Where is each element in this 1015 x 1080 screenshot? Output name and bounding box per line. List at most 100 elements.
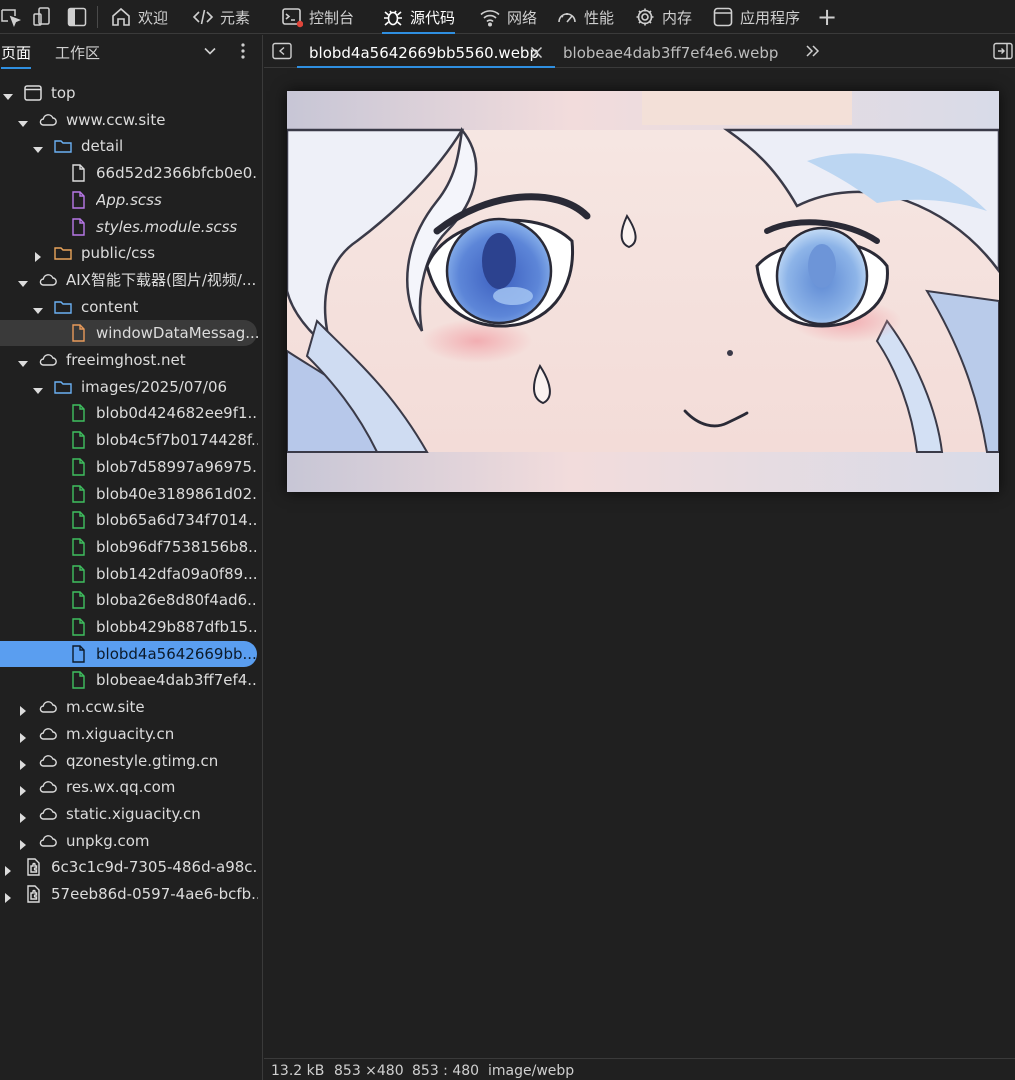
expanded-arrow-icon[interactable] xyxy=(18,115,28,127)
tab-page[interactable]: 页面 xyxy=(1,35,32,69)
tree-file[interactable]: 66d52d2366bfcb0e0... xyxy=(0,160,262,186)
tree-file[interactable]: blob65a6d734f7014... xyxy=(0,507,262,533)
expanded-arrow-icon[interactable] xyxy=(33,382,43,394)
tree-item-label: blob96df7538156b8... xyxy=(96,537,258,556)
tree-node[interactable]: unpkg.com xyxy=(0,828,262,854)
tree-node[interactable]: res.wx.qq.com xyxy=(0,774,262,800)
close-icon[interactable] xyxy=(530,46,543,59)
tab-elements[interactable]: 元素 xyxy=(192,0,250,34)
tree-node[interactable]: content xyxy=(0,294,262,320)
gear-icon xyxy=(636,8,654,26)
tree-node[interactable]: freeimghost.net xyxy=(0,347,262,373)
editor-tab-active[interactable]: blobd4a5642669bb5560.webp xyxy=(297,35,555,68)
tab-sources-label: 源代码 xyxy=(410,8,456,27)
add-tool-button[interactable]: + xyxy=(817,0,837,34)
more-options-icon[interactable] xyxy=(236,41,250,61)
collapsed-arrow-icon[interactable] xyxy=(18,729,28,743)
tree-node[interactable]: 57eeb86d-0597-4ae6-bcfb... xyxy=(0,881,262,907)
tree-file[interactable]: styles.module.scss xyxy=(0,214,262,240)
device-emulation-icon[interactable] xyxy=(32,6,54,28)
tree-node[interactable]: 6c3c1c9d-7305-486d-a98c... xyxy=(0,854,262,880)
tab-application[interactable]: 应用程序 xyxy=(712,0,800,34)
dock-sidebar-icon[interactable] xyxy=(66,6,88,28)
tab-network-label: 网络 xyxy=(507,8,538,27)
window-icon xyxy=(713,7,733,27)
tree-file[interactable]: blob0d424682ee9f1... xyxy=(0,400,262,426)
tree-node[interactable]: top xyxy=(0,80,262,106)
tree-node[interactable]: public/css xyxy=(0,240,262,266)
image-file-icon xyxy=(68,484,88,504)
extension-icon xyxy=(23,884,43,904)
tree-file[interactable]: blob40e3189861d02... xyxy=(0,481,262,507)
tree-node[interactable]: static.xiguacity.cn xyxy=(0,801,262,827)
console-icon xyxy=(282,8,303,28)
toggle-debugger-icon[interactable] xyxy=(993,42,1013,60)
tab-memory[interactable]: 内存 xyxy=(634,0,692,34)
tab-network[interactable]: 网络 xyxy=(479,0,537,34)
extension-icon xyxy=(23,857,43,877)
collapsed-arrow-icon[interactable] xyxy=(18,809,28,823)
expanded-arrow-icon[interactable] xyxy=(33,141,43,154)
tree-file[interactable]: windowDataMessag... xyxy=(0,320,258,347)
image-file-icon xyxy=(68,590,88,610)
chevron-down-icon[interactable] xyxy=(203,44,217,58)
code-icon xyxy=(192,9,214,25)
tree-node[interactable]: AIX智能下载器(图片/视频/... xyxy=(0,267,262,293)
tab-application-label: 应用程序 xyxy=(740,8,801,27)
cloud-icon xyxy=(38,804,58,824)
inspect-element-icon[interactable] xyxy=(0,6,22,28)
tree-node[interactable]: m.xiguacity.cn xyxy=(0,721,262,747)
cloud-icon xyxy=(38,270,58,290)
tree-file[interactable]: blobeae4dab3ff7ef4... xyxy=(0,667,262,693)
gauge-icon xyxy=(558,13,576,23)
tree-file[interactable]: blob142dfa09a0f89... xyxy=(0,561,262,587)
tree-item-label: styles.module.scss xyxy=(96,217,238,236)
collapsed-arrow-icon[interactable] xyxy=(18,836,28,850)
collapsed-arrow-icon[interactable] xyxy=(18,782,28,797)
tab-console[interactable]: 控制台 xyxy=(281,0,354,34)
expanded-arrow-icon[interactable] xyxy=(18,275,28,287)
tree-node[interactable]: images/2025/07/06 xyxy=(0,374,262,400)
tree-file[interactable]: blobd4a5642669bb... xyxy=(0,640,257,667)
collapsed-arrow-icon[interactable] xyxy=(3,889,13,903)
cloud-icon xyxy=(38,831,58,851)
tree-file[interactable]: blob4c5f7b0174428f... xyxy=(0,427,262,453)
stylesheet-file-icon xyxy=(68,217,88,237)
tree-item-label: m.xiguacity.cn xyxy=(66,724,175,743)
navigator-tabs: 页面 工作区 xyxy=(0,35,262,69)
collapsed-arrow-icon[interactable] xyxy=(33,248,43,263)
tree-node[interactable]: m.ccw.site xyxy=(0,694,262,720)
tree-file[interactable]: App.scss xyxy=(0,187,262,213)
tree-node[interactable]: detail xyxy=(0,133,262,159)
tab-sources[interactable]: 源代码 xyxy=(382,0,456,34)
collapsed-arrow-icon[interactable] xyxy=(18,756,28,770)
collapsed-arrow-icon[interactable] xyxy=(3,862,13,877)
editor-tab-inactive-label: blobeae4dab3ff7ef4e6.webp xyxy=(563,44,779,62)
tree-item-label: static.xiguacity.cn xyxy=(66,804,201,823)
tab-elements-label: 元素 xyxy=(220,8,251,27)
expanded-arrow-icon[interactable] xyxy=(3,88,13,100)
tree-node[interactable]: www.ccw.site xyxy=(0,107,262,133)
editor-area: blobd4a5642669bb5560.webp blobeae4dab3ff… xyxy=(264,35,1015,1080)
more-tabs-icon[interactable] xyxy=(805,43,821,59)
tree-item-label: 57eeb86d-0597-4ae6-bcfb... xyxy=(51,885,258,903)
tab-workspace[interactable]: 工作区 xyxy=(55,35,100,69)
tree-file[interactable]: blob96df7538156b8... xyxy=(0,534,262,560)
tree-item-label: content xyxy=(81,297,139,316)
image-file-icon xyxy=(68,510,88,530)
image-file-icon xyxy=(68,457,88,477)
image-file-icon xyxy=(68,403,88,423)
tree-item-label: blobeae4dab3ff7ef4... xyxy=(96,671,258,690)
collapsed-arrow-icon[interactable] xyxy=(18,702,28,717)
tree-node[interactable]: qzonestyle.gtimg.cn xyxy=(0,748,262,774)
tree-file[interactable]: blob7d58997a96975... xyxy=(0,454,262,480)
expanded-arrow-icon[interactable] xyxy=(18,355,28,367)
tree-file[interactable]: blobb429b887dfb15... xyxy=(0,614,262,640)
toggle-navigator-icon[interactable] xyxy=(272,42,292,60)
tree-file[interactable]: bloba26e8d80f4ad6... xyxy=(0,587,262,613)
editor-tab-inactive[interactable]: blobeae4dab3ff7ef4e6.webp xyxy=(563,35,778,68)
expanded-arrow-icon[interactable] xyxy=(33,302,43,314)
tab-performance[interactable]: 性能 xyxy=(556,0,614,34)
tab-welcome[interactable]: 欢迎 xyxy=(110,0,168,34)
tree-item-label: top xyxy=(51,84,76,102)
